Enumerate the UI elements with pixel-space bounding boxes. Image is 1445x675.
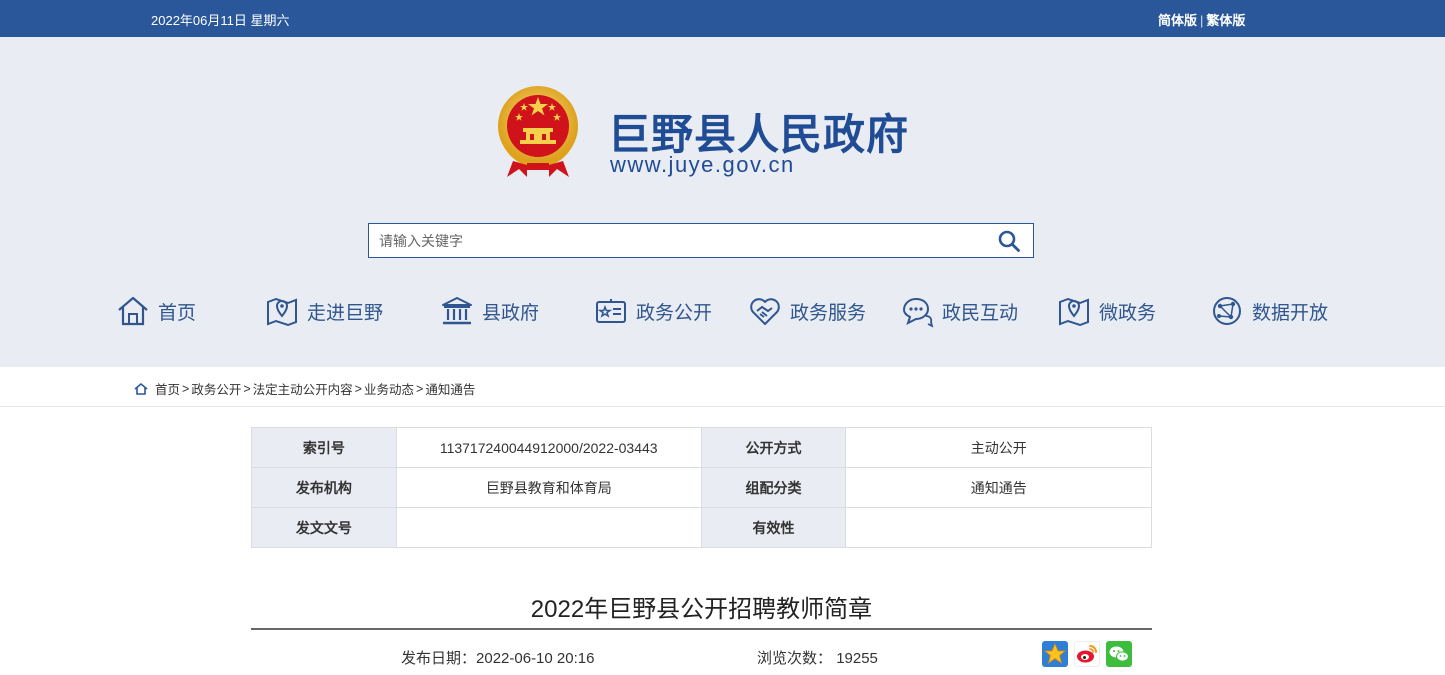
nav-label: 政民互动	[942, 302, 1019, 324]
index-number-value: 113717240044912000/2022-03443	[395, 427, 702, 468]
nav-label: 政务服务	[790, 302, 867, 324]
breadcrumb-business-news[interactable]: 业务动态	[364, 379, 414, 398]
home-icon	[118, 296, 148, 326]
table-row: 发文文号 有效性	[251, 507, 1152, 548]
nav-label: 走进巨野	[307, 302, 384, 324]
table-row: 索引号 113717240044912000/2022-03443 公开方式 主…	[251, 427, 1152, 468]
nav-label: 政务公开	[636, 302, 713, 324]
disclosure-method-value: 主动公开	[845, 427, 1152, 468]
nav-item-government-services[interactable]: 政务服务	[748, 293, 866, 329]
nav-item-government-affairs-disclosure[interactable]: 政务公开	[594, 293, 712, 329]
simplified-chinese-link[interactable]: 简体版	[1158, 13, 1197, 28]
title-divider	[251, 628, 1152, 630]
map-pin-icon	[1059, 297, 1089, 327]
breadcrumb: 首页 > 政务公开 > 法定主动公开内容 > 业务动态 > 通知通告	[134, 379, 475, 398]
publish-date-value: 2022-06-10 20:16	[476, 650, 595, 667]
heart-handshake-icon	[750, 298, 780, 325]
nav-label: 县政府	[482, 302, 540, 324]
national-emblem-icon[interactable]	[497, 83, 579, 179]
nav-item-wechat-government[interactable]: 微政务	[1057, 293, 1156, 329]
category-label: 组配分类	[700, 467, 847, 508]
breadcrumb-home[interactable]: 首页	[155, 379, 180, 398]
document-number-value	[395, 507, 702, 548]
nav-item-open-data[interactable]: 数据开放	[1210, 293, 1328, 329]
search-icon[interactable]	[997, 229, 1021, 253]
article-title: 2022年巨野县公开招聘教师简章	[530, 596, 873, 623]
home-icon	[134, 382, 148, 395]
id-card-icon	[596, 299, 626, 323]
nav-item-public-interaction[interactable]: 政民互动	[900, 293, 1018, 329]
language-switcher: 简体版 | 繁体版	[1158, 10, 1245, 29]
nav-label: 数据开放	[1252, 302, 1329, 324]
table-row: 发布机构 巨野县教育和体育局 组配分类 通知通告	[251, 467, 1152, 508]
validity-value	[845, 507, 1152, 548]
validity-label: 有效性	[700, 507, 847, 548]
category-value: 通知通告	[845, 467, 1152, 508]
breadcrumb-separator: >	[182, 381, 190, 396]
chat-bubbles-icon	[902, 297, 934, 328]
top-bar: 2022年06月11日 星期六 简体版 | 繁体版	[0, 0, 1445, 37]
nav-label: 首页	[158, 302, 197, 324]
nav-label: 微政务	[1099, 302, 1157, 324]
publish-date-label: 发布日期：	[401, 650, 477, 667]
breadcrumb-bar: 首页 > 政务公开 > 法定主动公开内容 > 业务动态 > 通知通告	[0, 367, 1445, 407]
breadcrumb-separator: >	[416, 381, 424, 396]
publisher-label: 发布机构	[251, 467, 397, 508]
share-buttons	[1042, 641, 1132, 667]
disclosure-method-label: 公开方式	[700, 427, 847, 468]
view-count-value: 19255	[836, 650, 878, 667]
nav-item-about-juye[interactable]: 走进巨野	[265, 293, 383, 329]
traditional-chinese-link[interactable]: 繁体版	[1206, 13, 1245, 28]
document-info-table: 索引号 113717240044912000/2022-03443 公开方式 主…	[251, 427, 1152, 548]
search-input[interactable]	[369, 224, 979, 257]
site-url: www.juye.gov.cn	[610, 152, 795, 177]
breadcrumb-separator: >	[354, 381, 362, 396]
government-building-icon	[442, 297, 472, 325]
site-header: 巨野县人民政府 www.juye.gov.cn 首页 走进巨野 县政府 政务公开…	[0, 37, 1445, 367]
nav-item-county-government[interactable]: 县政府	[440, 293, 539, 329]
document-number-label: 发文文号	[251, 507, 397, 548]
current-date: 2022年06月11日 星期六	[151, 13, 290, 28]
breadcrumb-separator: >	[243, 381, 251, 396]
wechat-icon[interactable]	[1106, 641, 1132, 667]
search-box	[368, 223, 1034, 258]
publish-date: 发布日期：2022-06-10 20:16	[401, 647, 594, 668]
index-number-label: 索引号	[251, 427, 397, 468]
breadcrumb-notices[interactable]: 通知通告	[425, 379, 475, 398]
breadcrumb-government-affairs[interactable]: 政务公开	[191, 379, 241, 398]
map-pin-icon	[267, 297, 297, 327]
view-count: 浏览次数： 19255	[757, 647, 878, 668]
main-nav: 首页 走进巨野 县政府 政务公开 政务服务 政民互动 微政务 数据开放	[0, 293, 1445, 329]
publisher-value: 巨野县教育和体育局	[395, 467, 702, 508]
weibo-icon[interactable]	[1074, 641, 1100, 667]
globe-network-icon	[1213, 297, 1241, 325]
breadcrumb-statutory-disclosure[interactable]: 法定主动公开内容	[253, 379, 353, 398]
view-count-label: 浏览次数：	[757, 650, 833, 667]
qzone-icon[interactable]	[1042, 641, 1068, 667]
language-separator: |	[1200, 13, 1204, 28]
nav-item-home[interactable]: 首页	[116, 293, 196, 329]
